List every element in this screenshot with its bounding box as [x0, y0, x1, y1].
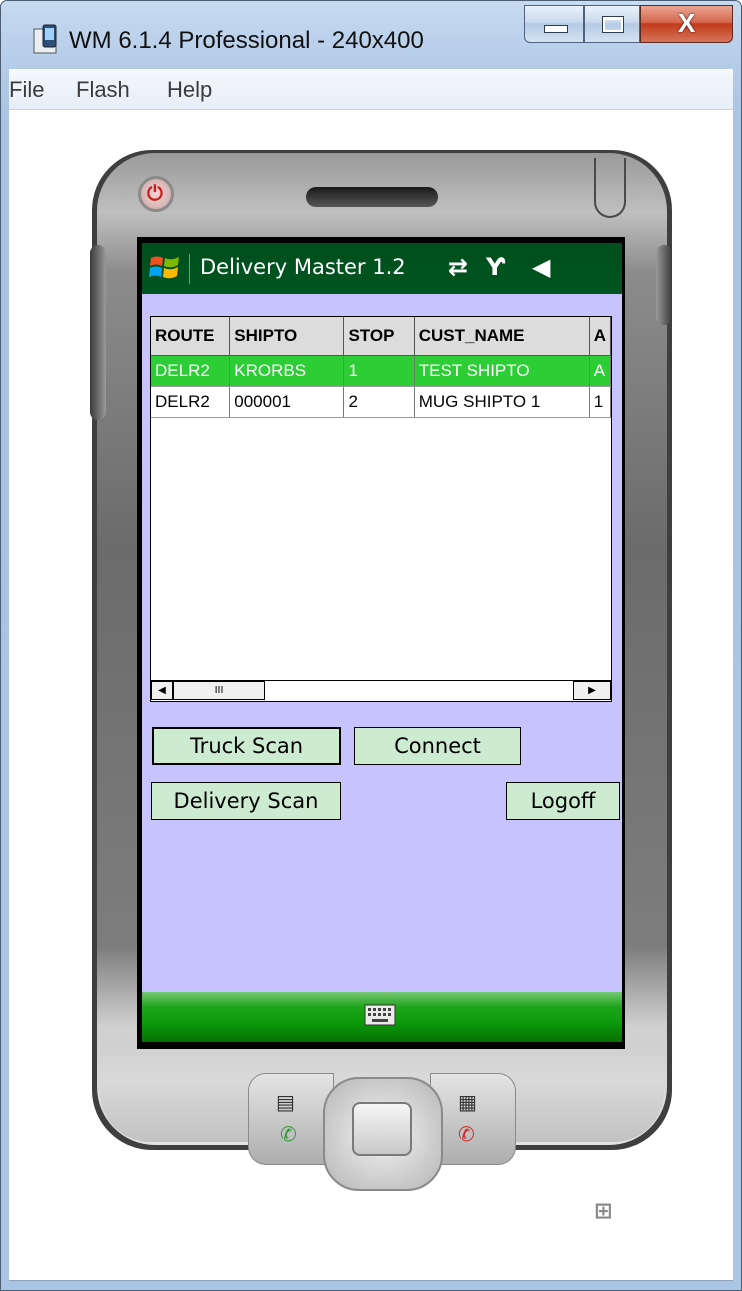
- stylus-slot: [594, 158, 626, 218]
- keyboard-icon[interactable]: [364, 1004, 396, 1026]
- title-bar: WM 6.1.4 Professional - 240x400 X: [1, 1, 741, 69]
- route-table: ROUTE SHIPTO STOP CUST_NAME A DELR2 KROR…: [151, 317, 611, 418]
- minimize-icon: [544, 25, 568, 33]
- start-icon[interactable]: [148, 250, 182, 284]
- col-extra[interactable]: A: [589, 317, 611, 356]
- cell-stop: 1: [343, 355, 415, 387]
- cell-stop: 2: [343, 386, 415, 418]
- table-header-row: ROUTE SHIPTO STOP CUST_NAME A: [151, 317, 611, 356]
- table-row[interactable]: DELR2 KRORBS 1 TEST SHIPTO A: [151, 355, 611, 387]
- cell-route: DELR2: [151, 386, 231, 418]
- truck-scan-button[interactable]: Truck Scan: [152, 727, 341, 765]
- col-route[interactable]: ROUTE: [151, 317, 231, 356]
- end-call-icon[interactable]: ✆: [458, 1122, 475, 1146]
- side-button-left[interactable]: [90, 245, 106, 420]
- cell-cust-name: TEST SHIPTO: [414, 355, 590, 387]
- menu-bar: File Flash Help: [9, 69, 733, 110]
- menu-file[interactable]: File: [9, 77, 44, 103]
- scroll-left-arrow-icon[interactable]: ◀: [151, 681, 173, 700]
- cell-route: DELR2: [151, 355, 231, 387]
- signal-off-icon[interactable]: Ƴ: [486, 253, 505, 281]
- logoff-button[interactable]: Logoff: [506, 782, 620, 820]
- scrollbar-thumb[interactable]: III: [173, 681, 265, 700]
- maximize-button[interactable]: [584, 5, 640, 43]
- cell-cust-name: MUG SHIPTO 1: [414, 386, 590, 418]
- sync-icon[interactable]: ⇄: [448, 253, 468, 281]
- delivery-scan-button[interactable]: Delivery Scan: [151, 782, 341, 820]
- emulator-app-icon: [33, 24, 57, 54]
- speaker-grille: [306, 187, 438, 207]
- route-grid[interactable]: ROUTE SHIPTO STOP CUST_NAME A DELR2 KROR…: [150, 316, 612, 702]
- right-softkey-icon[interactable]: ▦: [458, 1090, 477, 1114]
- cell-extra: A: [589, 355, 611, 387]
- windows-hardware-icon: ⊞: [594, 1199, 613, 1224]
- cell-extra: 1: [589, 386, 611, 418]
- table-row[interactable]: DELR2 000001 2 MUG SHIPTO 1 1: [151, 386, 611, 418]
- volume-icon[interactable]: ◀: [532, 253, 550, 281]
- connect-button[interactable]: Connect: [354, 727, 521, 765]
- horizontal-scrollbar[interactable]: ◀ III ▶: [151, 680, 611, 701]
- cell-shipto: 000001: [229, 386, 345, 418]
- left-hardware-keys: [248, 1073, 334, 1165]
- col-stop[interactable]: STOP: [343, 317, 415, 356]
- dpad-center-button[interactable]: [352, 1102, 412, 1156]
- left-softkey-icon[interactable]: ▤: [276, 1090, 295, 1114]
- col-cust-name[interactable]: CUST_NAME: [414, 317, 590, 356]
- maximize-icon: [602, 16, 624, 33]
- power-button[interactable]: ⏻: [138, 176, 174, 212]
- minimize-button[interactable]: [524, 5, 584, 43]
- window-title: WM 6.1.4 Professional - 240x400: [69, 27, 424, 54]
- menu-help[interactable]: Help: [167, 77, 212, 103]
- power-icon: ⏻: [147, 181, 163, 205]
- close-icon: X: [677, 8, 696, 38]
- menu-flash[interactable]: Flash: [76, 77, 130, 103]
- close-button[interactable]: X: [640, 5, 733, 43]
- app-title: Delivery Master 1.2: [200, 255, 406, 279]
- taskbar-separator: [189, 254, 190, 284]
- scroll-right-arrow-icon[interactable]: ▶: [573, 681, 611, 700]
- cell-shipto: KRORBS: [229, 355, 345, 387]
- side-button-right[interactable]: [656, 245, 672, 325]
- col-shipto[interactable]: SHIPTO: [229, 317, 345, 356]
- call-icon[interactable]: ✆: [280, 1122, 297, 1146]
